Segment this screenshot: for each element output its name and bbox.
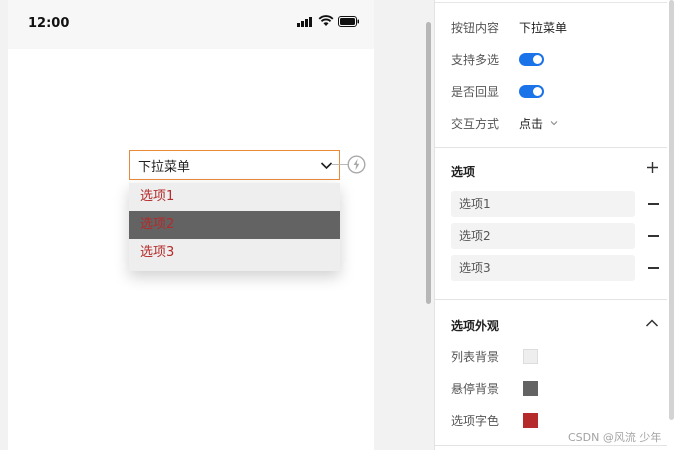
- chevron-down-icon: [320, 162, 333, 170]
- multi-select-label: 支持多选: [451, 52, 500, 67]
- minus-icon[interactable]: [648, 235, 659, 237]
- option-input[interactable]: 选项1: [451, 191, 635, 217]
- divider: [435, 2, 667, 3]
- watermark: CSDN @风流 少年: [568, 431, 662, 444]
- divider: [435, 445, 667, 446]
- option-input[interactable]: 选项3: [451, 255, 635, 281]
- list-bg-label: 列表背景: [451, 349, 500, 364]
- wifi-icon: [318, 15, 334, 26]
- dropdown-option[interactable]: 选项1: [129, 183, 340, 211]
- font-color-label: 选项字色: [451, 413, 500, 428]
- status-bar: 12:00: [8, 0, 374, 49]
- options-section-title: 选项: [451, 165, 476, 179]
- panel-scrollbar[interactable]: [669, 0, 674, 420]
- dropdown-trigger-label: 下拉菜单: [138, 159, 191, 175]
- appearance-section-title: 选项外观: [451, 319, 500, 333]
- canvas-scrollbar[interactable]: [426, 22, 431, 304]
- design-canvas: 12:00 下拉菜单 选项1 选项2 选项3: [0, 0, 434, 450]
- button-content-value[interactable]: 下拉菜单: [519, 19, 567, 36]
- dropdown-trigger[interactable]: 下拉菜单: [129, 150, 340, 180]
- lightning-bolt-icon[interactable]: [347, 155, 366, 174]
- echo-row: 是否回显: [451, 81, 544, 101]
- option-input[interactable]: 选项2: [451, 223, 635, 249]
- hover-bg-swatch[interactable]: [523, 380, 538, 396]
- properties-panel: 按钮内容 下拉菜单 支持多选 是否回显 交互方式 点击 选项 选项1 选项2 选…: [434, 0, 676, 450]
- interaction-row: 交互方式 点击: [451, 113, 559, 133]
- interaction-select[interactable]: 点击: [519, 115, 543, 132]
- multi-select-row: 支持多选: [451, 49, 544, 69]
- echo-label: 是否回显: [451, 84, 500, 99]
- phone-preview: 12:00 下拉菜单 选项1 选项2 选项3: [8, 0, 374, 450]
- divider: [435, 299, 667, 300]
- chevron-down-icon[interactable]: [549, 118, 559, 128]
- hover-bg-label: 悬停背景: [451, 381, 500, 396]
- divider: [435, 147, 667, 148]
- minus-icon[interactable]: [648, 267, 659, 269]
- signal-icon: [297, 17, 312, 27]
- font-color-swatch[interactable]: [523, 412, 538, 428]
- button-content-label: 按钮内容: [451, 20, 500, 35]
- chevron-up-icon[interactable]: [645, 318, 659, 328]
- font-color-row: 选项字色: [451, 410, 538, 430]
- hover-bg-row: 悬停背景: [451, 378, 538, 398]
- echo-toggle[interactable]: [519, 84, 544, 98]
- dropdown-option[interactable]: 选项3: [129, 239, 340, 267]
- multi-select-toggle[interactable]: [519, 52, 544, 66]
- battery-icon: [338, 16, 359, 27]
- list-bg-swatch[interactable]: [523, 348, 538, 364]
- plus-icon[interactable]: [646, 161, 659, 174]
- interaction-label: 交互方式: [451, 116, 500, 131]
- button-content-row: 按钮内容 下拉菜单: [451, 17, 567, 37]
- dropdown-menu: 选项1 选项2 选项3: [129, 183, 340, 271]
- minus-icon[interactable]: [648, 203, 659, 205]
- list-bg-row: 列表背景: [451, 346, 538, 366]
- status-time: 12:00: [28, 16, 70, 31]
- dropdown-option-hovered[interactable]: 选项2: [129, 211, 340, 239]
